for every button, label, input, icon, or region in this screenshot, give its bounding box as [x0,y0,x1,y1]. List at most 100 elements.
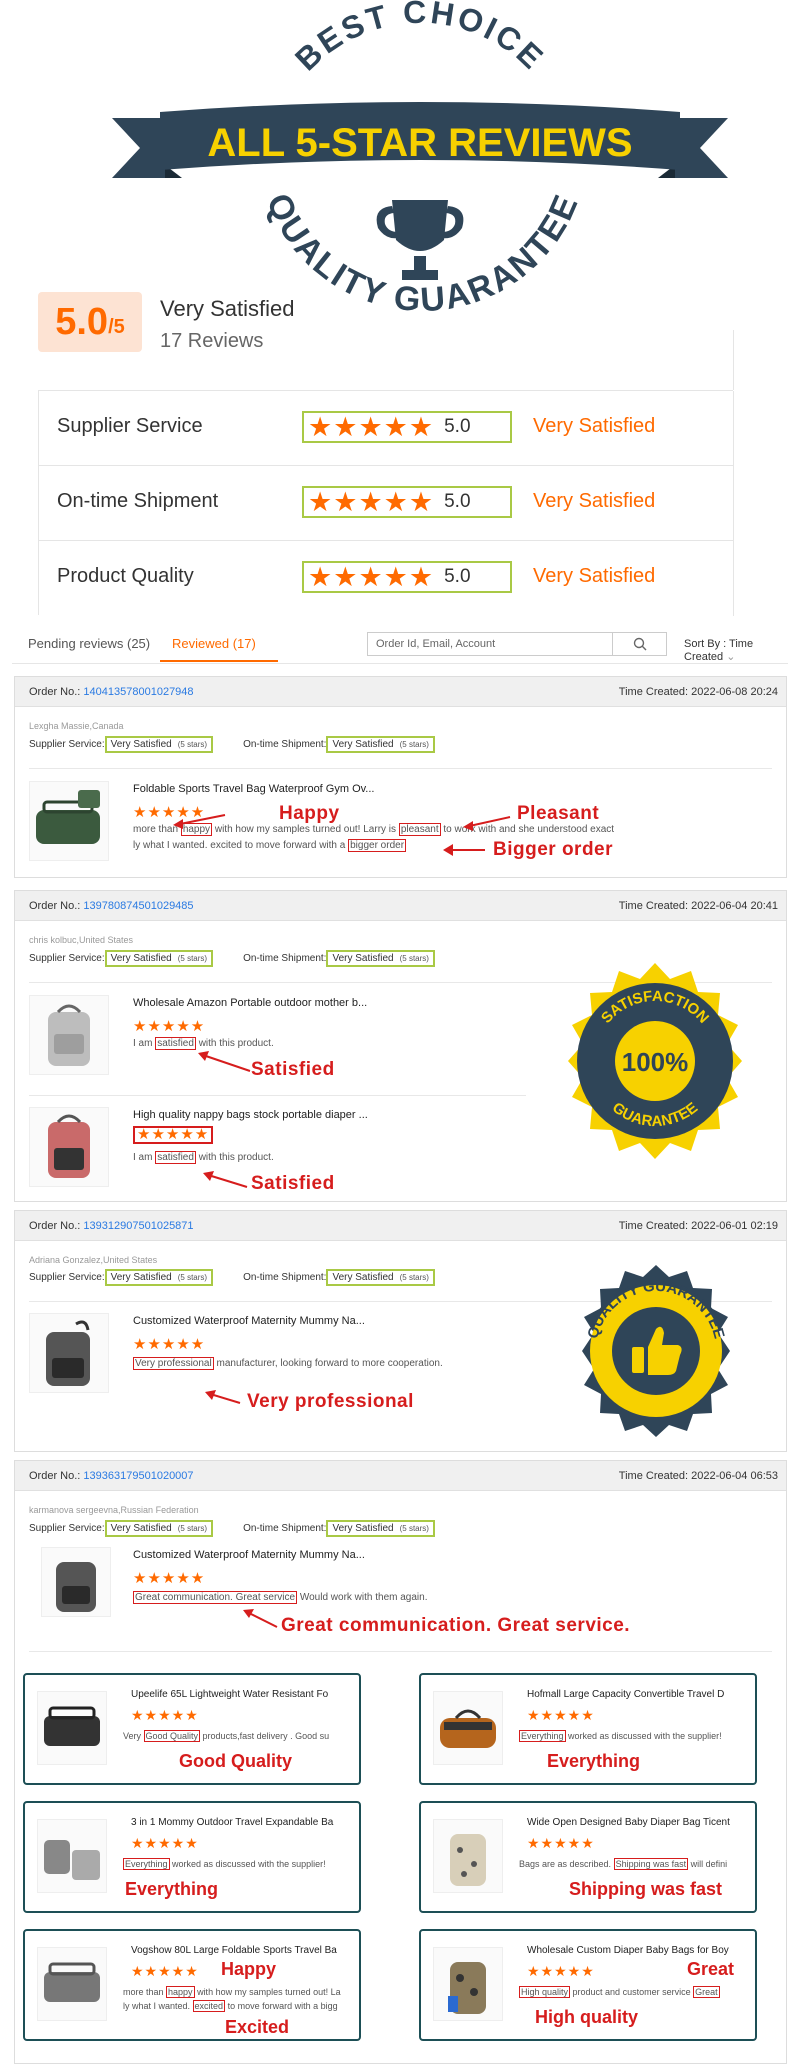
star-icon: ★ [308,486,333,517]
annotation-excited: Excited [225,2017,290,2037]
satisfaction-guarantee-badge: SATISFACTION 100% GUARANTEE [568,963,742,1159]
hero-banner: BEST CHOICE ALL 5-STAR REVIEWS QUALITY G… [0,0,800,330]
rating-stars: ★ ★ ★ ★ ★ 5.0 [302,411,512,443]
order-card: Order No.: 140413578001027948 Time Creat… [14,676,787,878]
review-text: Very Good Quality products,fast delivery… [123,1730,330,1742]
mini-review-card: Hofmall Large Capacity Convertible Trave… [419,1673,757,1785]
star-icon: ★ [333,486,358,517]
best-choice-emblem: BEST CHOICE ALL 5-STAR REVIEWS QUALITY G… [112,0,728,319]
star-icon: ★ [308,561,333,592]
annotation-happy: Happy [221,1959,277,1979]
star-icon: ★ [408,411,434,442]
product-image[interactable] [433,1691,503,1765]
tab-reviewed[interactable]: Reviewed (17) [172,636,256,651]
annotation-great-communication: Great communication. Great service. [281,1615,631,1636]
annotation-happy: Happy [279,803,340,824]
star-icon: ★ [308,411,333,442]
star-icon: ★ [408,561,434,592]
rating-word: Very Satisfied [533,565,656,587]
review-text: High quality product and customer servic… [519,1986,720,1998]
sort-label: Sort By : Time Created [684,638,754,663]
annotation-everything: Everything [125,1879,219,1899]
reviews-toolbar: Pending reviews (25) Reviewed (17) Sort … [12,612,788,664]
review-count: 17 Reviews [160,330,264,352]
product-title[interactable]: Wide Open Designed Baby Diaper Bag Ticen… [527,1817,730,1828]
mini-review-card: Vogshow 80L Large Foldable Sports Travel… [23,1929,361,2041]
trophy-icon [376,200,464,280]
star-icon: ★ [358,561,383,592]
search-input[interactable] [368,633,613,655]
review-stars: ★★★★★ [527,1707,595,1723]
overall-score: 5.0 [55,300,109,343]
rating-word: Very Satisfied [533,415,656,437]
rating-stars: ★ ★ ★ ★ ★ 5.0 [302,486,512,518]
mini-review-card: Wide Open Designed Baby Diaper Bag Ticen… [419,1801,757,1913]
star-icon: ★ [383,411,408,442]
star-icon: ★ [333,411,358,442]
star-icon: ★ [383,486,408,517]
rating-word: Very Satisfied [533,490,656,512]
annotation-high-quality: High quality [535,2007,638,2027]
rating-label: Product Quality [57,565,194,587]
product-title[interactable]: Vogshow 80L Large Foldable Sports Travel… [131,1945,337,1956]
annotation-very-professional: Very professional [247,1391,414,1412]
review-text-line1: more than happy with how my samples turn… [123,1986,341,1998]
order-card: Order No.: 139312907501025871 Time Creat… [14,1210,787,1452]
product-image[interactable] [433,1819,503,1893]
review-stars: ★★★★★ [131,1963,199,1979]
product-image[interactable] [37,1691,107,1765]
product-title[interactable]: 3 in 1 Mommy Outdoor Travel Expandable B… [131,1817,333,1828]
annotation-everything: Everything [547,1751,641,1771]
star-icon: ★ [333,561,358,592]
star-icon: ★ [383,561,408,592]
rating-row-quality: Product Quality ★ ★ ★ ★ ★ 5.0 Very Satisfied [39,541,734,616]
divider [29,1651,772,1652]
arc-top-text: BEST CHOICE [288,0,549,77]
product-title[interactable]: Wholesale Custom Diaper Baby Bags for Bo… [527,1945,729,1956]
product-title[interactable]: Upeelife 65L Lightweight Water Resistant… [131,1689,328,1700]
active-tab-indicator [160,660,278,662]
search-box [367,632,667,656]
sort-dropdown[interactable]: Sort By : Time Created ⌄ [684,638,788,663]
rating-row-supplier: Supplier Service ★ ★ ★ ★ ★ 5.0 Very Satisfie… [39,391,734,466]
annotation-good-quality: Good Quality [179,1751,293,1771]
rating-stars: ★ ★ ★ ★ ★ 5.0 [302,561,512,593]
review-stars: ★★★★★ [527,1963,595,1979]
rating-row-shipment: On-time Shipment ★ ★ ★ ★ ★ 5.0 Very Satisfie… [39,466,734,541]
star-icon: ★ [408,486,434,517]
mini-review-card: 3 in 1 Mommy Outdoor Travel Expandable B… [23,1801,361,1913]
quality-guarantee-badge: QUALITY GUARANTEE [582,1265,730,1437]
rating-value: 5.0 [444,416,471,437]
rating-breakdown: Supplier Service ★ ★ ★ ★ ★ 5.0 Very Satisfie… [38,390,734,616]
star-icon: ★ [358,486,383,517]
star-icon: ★ [358,411,383,442]
svg-text:BEST CHOICE: BEST CHOICE [288,0,552,77]
svg-text:100%: 100% [622,1047,689,1077]
review-text: Everything worked as discussed with the … [519,1730,722,1742]
order-card: Order No.: 139363179501020007 Time Creat… [14,1460,787,2064]
review-stars: ★★★★★ [131,1835,199,1851]
annotation-arrows [173,814,511,856]
annotation-bigger-order: Bigger order [493,839,614,860]
review-stars: ★★★★★ [527,1835,595,1851]
annotation-pleasant: Pleasant [517,803,600,824]
review-text: Everything worked as discussed with the … [123,1858,326,1870]
overall-score-badge: 5.0 /5 [38,292,142,352]
search-icon [633,637,647,651]
rating-value: 5.0 [444,491,471,512]
chevron-down-icon: ⌄ [726,651,736,663]
product-image[interactable] [433,1947,503,2021]
review-stars: ★★★★★ [131,1707,199,1723]
tab-pending-reviews[interactable]: Pending reviews (25) [28,636,150,651]
rating-label: On-time Shipment [57,490,219,512]
mini-review-card: Wholesale Custom Diaper Baby Bags for Bo… [419,1929,757,2041]
rating-frame-edge [733,330,734,390]
review-text-line2: ly what I wanted. excited to move forwar… [123,2000,338,2012]
score-out-of: /5 [108,315,125,338]
product-title[interactable]: Hofmall Large Capacity Convertible Trave… [527,1689,724,1700]
annotation-satisfied: Satisfied [251,1059,335,1080]
mini-review-card: Upeelife 65L Lightweight Water Resistant… [23,1673,361,1785]
search-button[interactable] [614,633,666,655]
product-image[interactable] [37,1819,107,1893]
product-image[interactable] [37,1947,107,2021]
